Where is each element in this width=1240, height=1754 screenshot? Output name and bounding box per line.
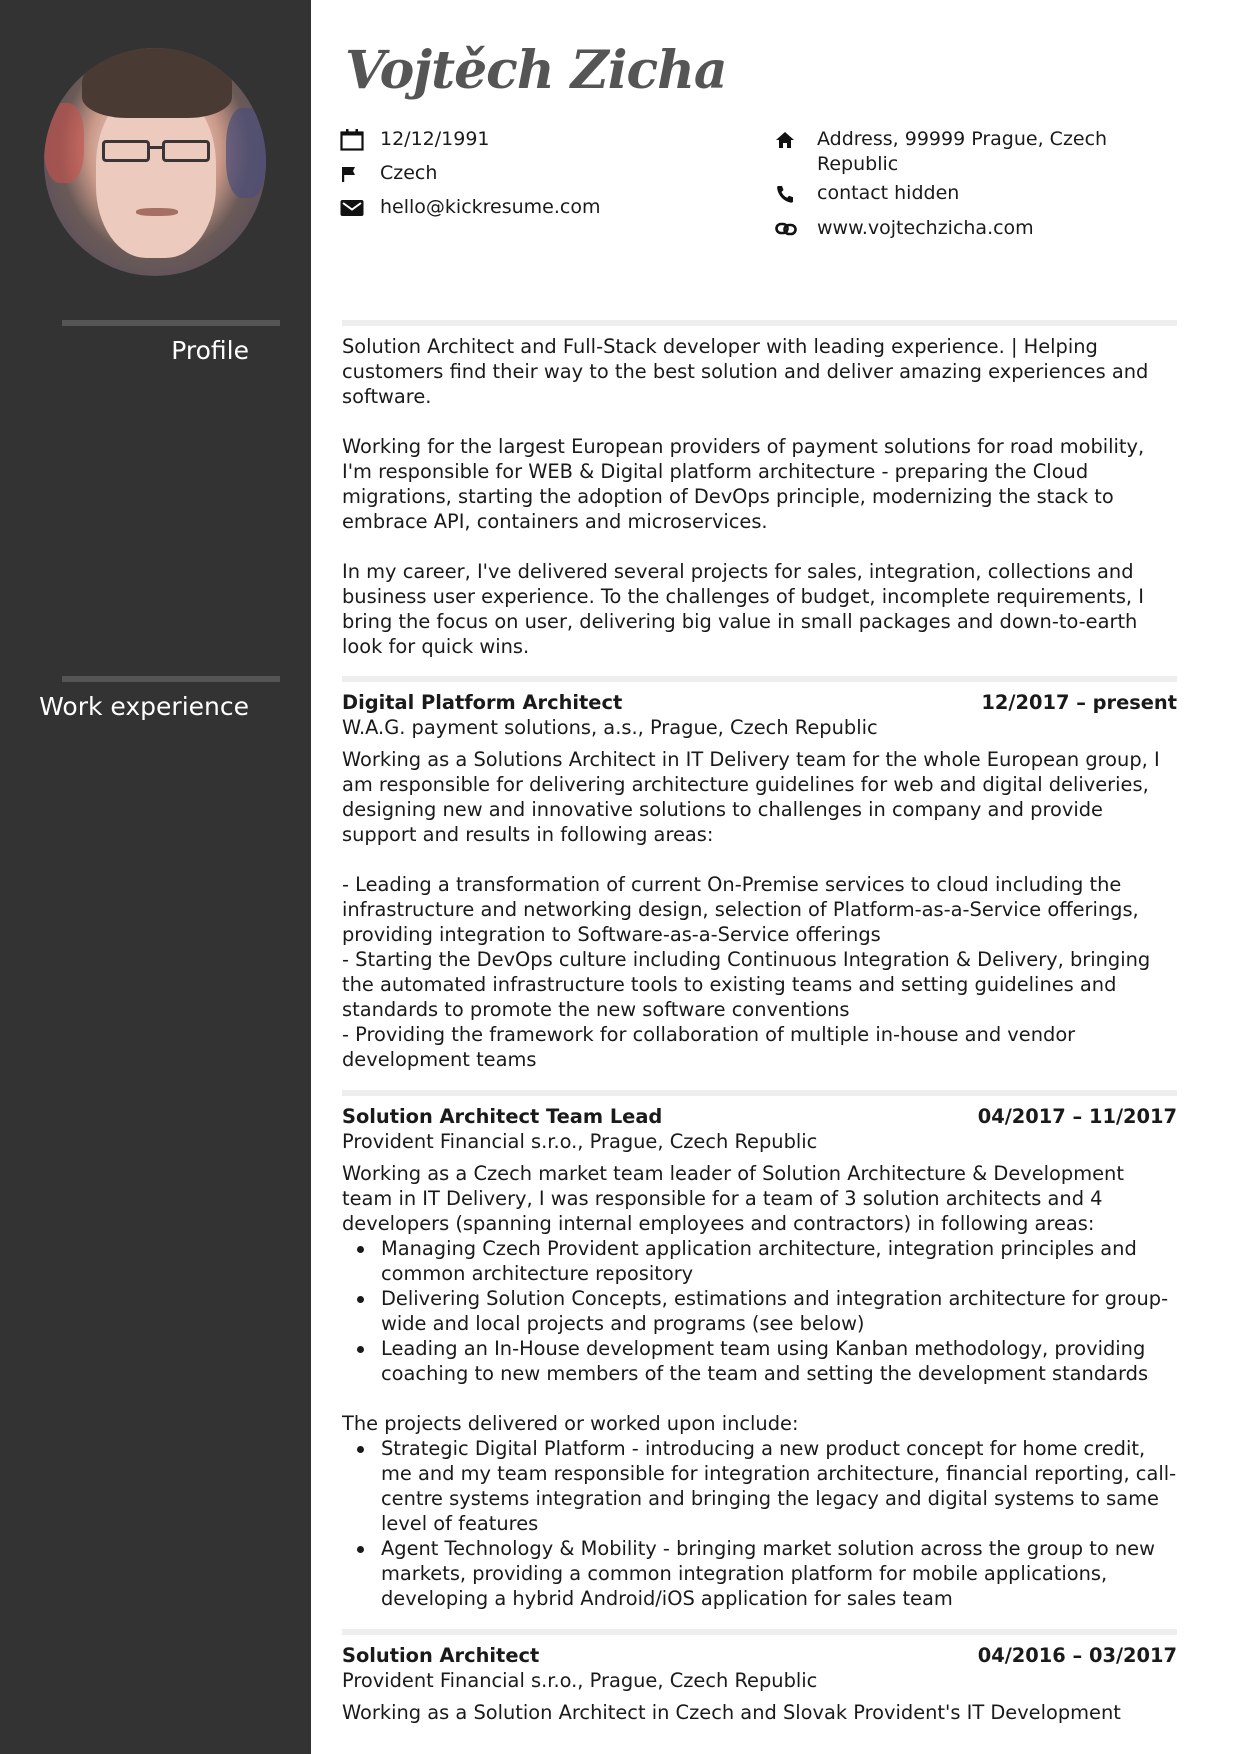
job-header: Digital Platform Architect 12/2017 – pre… [342,690,1177,715]
job-dates: 12/2017 – present [981,691,1177,714]
divider-job [342,1629,1177,1635]
calendar-icon [340,127,370,152]
phone-icon [775,181,807,206]
list-item: Managing Czech Provident application arc… [342,1236,1177,1286]
envelope-icon [340,195,370,220]
list-item: Agent Technology & Mobility - bringing m… [342,1536,1177,1611]
job-company: Provident Financial s.r.o., Prague, Czec… [342,1130,818,1153]
divider-job [342,1090,1177,1096]
sidebar: Profile Work experience [0,0,311,1754]
sidebar-rule-profile [62,320,280,326]
profile-paragraph: Solution Architect and Full-Stack develo… [342,335,1149,408]
list-item: Delivering Solution Concepts, estimation… [342,1286,1177,1336]
list-item: Leading an In-House development team usi… [342,1336,1177,1386]
photo-glasses-left [102,140,150,162]
job-responsibility: - Starting the DevOps culture including … [342,948,1151,1021]
job-title: Solution Architect [342,1644,540,1667]
contact-birthdate: 12/12/1991 [340,127,490,152]
job-title: Digital Platform Architect [342,691,623,714]
contact-email: hello@kickresume.com [340,195,601,220]
job-company: W.A.G. payment solutions, a.s., Prague, … [342,716,878,739]
divider-work [342,676,1177,682]
website-link[interactable]: www.vojtechzicha.com [807,216,1137,241]
job-description: Working as a Solutions Architect in IT D… [342,748,1160,846]
projects-intro: The projects delivered or worked upon in… [342,1412,799,1435]
contact-phone: contact hidden [775,181,1137,206]
photo-glasses-right [162,140,210,162]
link-icon [775,216,807,241]
job-dates: 04/2017 – 11/2017 [977,1105,1177,1128]
photo-hair [82,48,232,118]
divider-profile [342,320,1177,326]
profile-section: Solution Architect and Full-Stack develo… [342,334,1177,659]
job-entry: Solution Architect 04/2016 – 03/2017 Pro… [342,1643,1177,1725]
candidate-name: Vojtěch Zicha [345,40,728,101]
address-value: Address, 99999 Prague, Czech Republic [817,128,1108,175]
job-responsibility: - Providing the framework for collaborat… [342,1023,1076,1071]
job-responsibility: - Leading a transformation of current On… [342,873,1139,946]
job-header: Solution Architect Team Lead 04/2017 – 1… [342,1104,1177,1129]
contact-address: Address, 99999 Prague, Czech Republic [775,127,1137,177]
job-entry: Solution Architect Team Lead 04/2017 – 1… [342,1104,1177,1611]
job-header: Solution Architect 04/2016 – 03/2017 [342,1643,1177,1668]
job-title: Solution Architect Team Lead [342,1105,663,1128]
contact-website: www.vojtechzicha.com [775,216,1137,241]
job-description: Working as a Solution Architect in Czech… [342,1701,1121,1724]
profile-paragraph: Working for the largest European provide… [342,435,1145,533]
job-dates: 04/2016 – 03/2017 [977,1644,1177,1667]
photo-mouth [136,208,178,216]
contact-nationality: Czech [340,161,437,186]
responsibility-list: Managing Czech Provident application arc… [342,1236,1177,1386]
photo-background-right [226,108,266,198]
job-company: Provident Financial s.r.o., Prague, Czec… [342,1669,818,1692]
section-heading-work: Work experience [39,692,249,721]
flag-icon [340,161,370,186]
nationality-value: Czech [380,162,438,184]
email-link[interactable]: hello@kickresume.com [370,195,601,220]
list-item: Strategic Digital Platform - introducing… [342,1436,1177,1536]
job-entry: Digital Platform Architect 12/2017 – pre… [342,690,1177,1072]
photo-glasses-bridge [148,146,164,149]
job-description: Working as a Czech market team leader of… [342,1162,1124,1235]
home-icon [775,127,807,152]
profile-photo [44,48,266,276]
phone-value: contact hidden [817,182,960,204]
photo-background-left [44,103,84,183]
projects-list: Strategic Digital Platform - introducing… [342,1436,1177,1611]
profile-paragraph: In my career, I've delivered several pro… [342,560,1144,658]
birthdate-value: 12/12/1991 [380,128,490,150]
sidebar-rule-work [62,676,280,682]
section-heading-profile: Profile [171,336,249,365]
